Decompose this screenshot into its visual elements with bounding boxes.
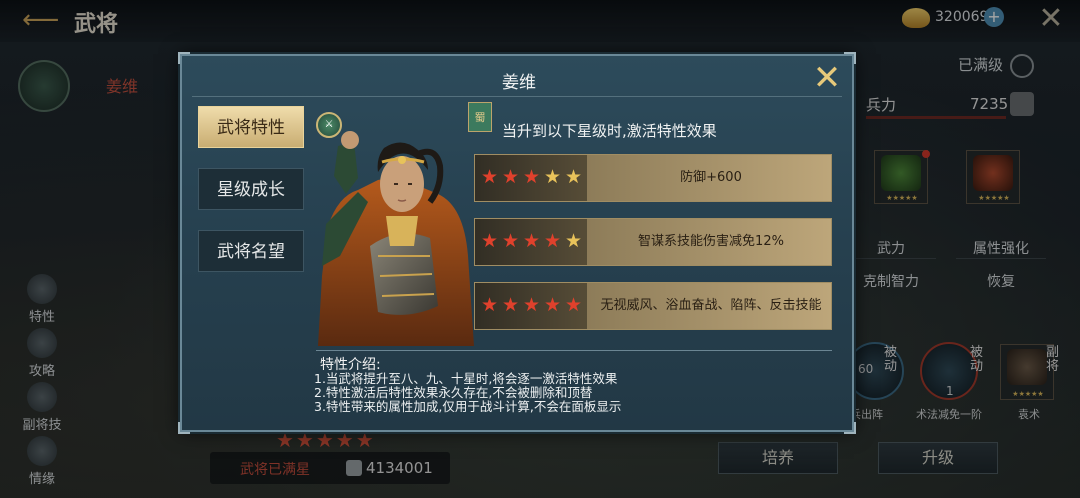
star-group: ★ ★ ★ ★ ★ [475,155,587,201]
tab-star-growth[interactable]: 星级成长 [198,168,304,210]
corner-ornament [178,422,190,434]
close-icon[interactable]: ✕ [810,61,844,96]
star-icon: ★ [523,294,541,316]
star-icon: ★ [481,166,499,188]
trait-row: ★ ★ ★ ★ ★ 智谋系技能伤害减免12% [474,218,832,266]
star-icon: ★ [565,294,583,316]
star-icon: ★ [502,166,520,188]
corner-ornament [844,52,856,64]
info-line: 2.特性激活后特性效果永久存在,不会被删除和顶替 [314,385,593,400]
star-icon: ★ [502,230,520,252]
hero-portrait [318,106,474,346]
trait-row: ★ ★ ★ ★ ★ 防御+600 [474,154,832,202]
trait-effect: 无视威风、浴血奋战、陷阵、反击技能 [600,298,822,313]
requirement-text: 当升到以下星级时,激活特性效果 [502,122,717,140]
crossed-swords-icon: ⚔ [316,112,342,138]
star-group: ★ ★ ★ ★ ★ [475,283,587,329]
faction-flag-icon: 蜀 [468,102,492,132]
star-icon: ★ [481,230,499,252]
star-icon: ★ [544,230,562,252]
star-icon: ★ [523,166,541,188]
info-line: 1.当武将提升至八、九、十星时,将会逐一激活特性效果 [314,371,618,386]
title-divider [192,96,842,97]
trait-dialog: 姜维 ✕ 武将特性 星级成长 武将名望 ⚔ 蜀 当升到以下星级时,激活特性效果 … [178,52,856,434]
info-line: 3.特性带来的属性加成,仅用于战斗计算,不会在面板显示 [314,399,622,414]
star-icon: ★ [544,166,562,188]
section-divider [316,350,832,351]
star-group: ★ ★ ★ ★ ★ [475,219,587,265]
star-icon: ★ [481,294,499,316]
tab-fame[interactable]: 武将名望 [198,230,304,272]
tab-traits[interactable]: 武将特性 [198,106,304,148]
star-icon: ★ [565,230,583,252]
star-icon: ★ [523,230,541,252]
trait-row: ★ ★ ★ ★ ★ 无视威风、浴血奋战、陷阵、反击技能 [474,282,832,330]
dialog-title: 姜维 [502,73,536,93]
corner-ornament [844,422,856,434]
corner-ornament [178,52,190,64]
star-icon: ★ [565,166,583,188]
trait-effect: 智谋系技能伤害减免12% [638,234,784,249]
star-icon: ★ [502,294,520,316]
star-icon: ★ [544,294,562,316]
trait-effect: 防御+600 [680,170,742,185]
